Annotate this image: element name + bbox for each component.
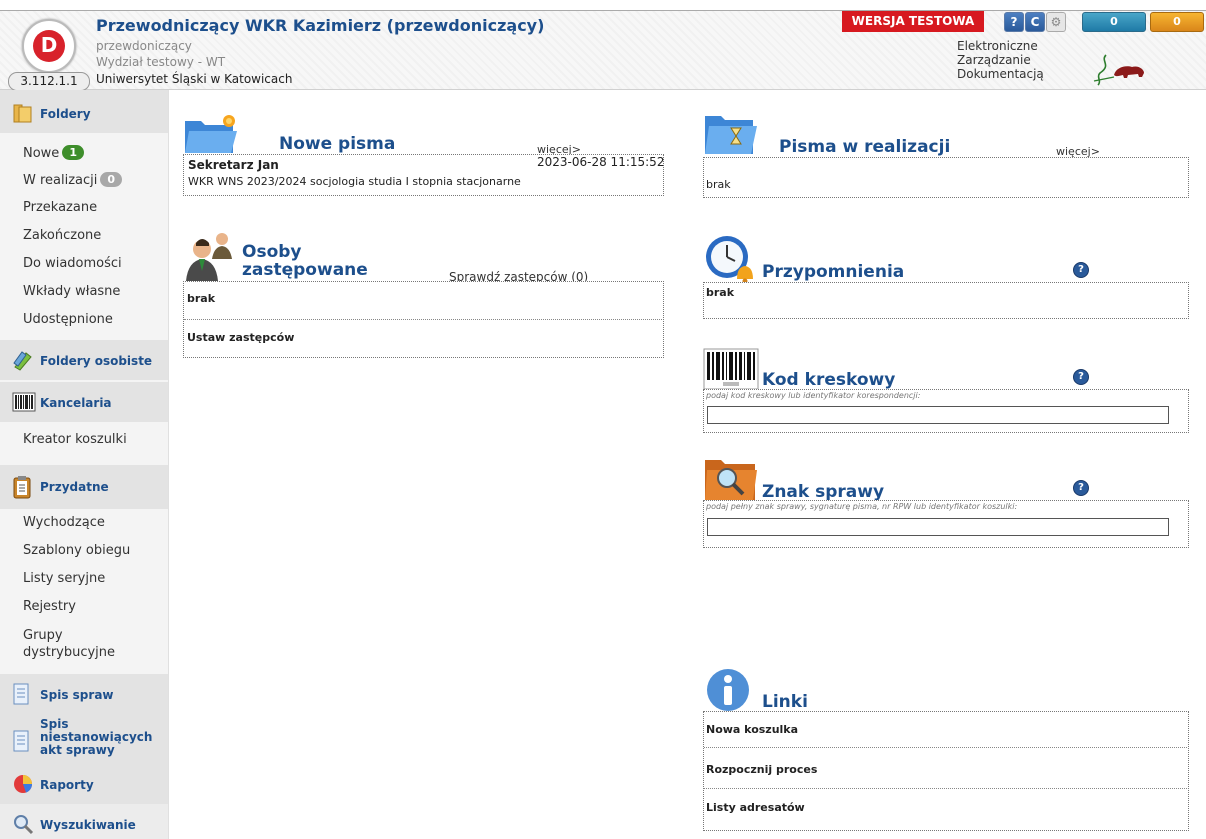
sidebar-item-wklady-wlasne[interactable]: Wkłady własne (23, 284, 120, 299)
sidebar-item-do-wiadomosci[interactable]: Do wiadomości (23, 256, 122, 271)
barcode-input[interactable] (707, 406, 1169, 424)
sidebar-section-raporty[interactable]: Raporty (0, 766, 168, 804)
in-progress-folder-icon (705, 116, 757, 154)
sidebar-item-kreator-koszulki[interactable]: Kreator koszulki (23, 432, 127, 447)
user-department: Wydział testowy - WT (96, 55, 226, 69)
linki-title: Linki (762, 692, 808, 712)
sidebar-item-zakonczone[interactable]: Zakończone (23, 228, 101, 243)
realizacji-count-badge: 0 (100, 172, 123, 187)
counter-orange[interactable]: 0 (1150, 12, 1204, 32)
znak-sprawy-title: Znak sprawy (762, 482, 885, 502)
bison-logo-icon (1093, 54, 1144, 86)
nowe-pisma-sender[interactable]: Sekretarz Jan (188, 158, 279, 172)
osoby-title: Osoby zastępowane (242, 242, 368, 280)
pisma-realizacja-title: Pisma w realizacji (779, 137, 951, 157)
barcode-icon (12, 392, 36, 412)
pisma-realizacja-empty: brak (706, 178, 731, 191)
przypomnienia-box (703, 282, 1189, 319)
nowe-pisma-subject[interactable]: WKR WNS 2023/2024 socjologia studia I st… (188, 175, 521, 188)
znak-sprawy-help-icon[interactable]: ? (1073, 480, 1089, 496)
link-listy-adresatow[interactable]: Listy adresatów (706, 801, 805, 814)
case-search-folder-icon (705, 460, 757, 500)
ezd-logo-icon[interactable]: D (22, 19, 76, 73)
linki-separator-2 (704, 788, 1187, 789)
user-role: przewdoniczący (96, 39, 192, 53)
info-icon (707, 669, 749, 711)
counter-blue[interactable]: 0 (1082, 12, 1146, 32)
sidebar-item-udostepnione[interactable]: Udostępnione (23, 312, 113, 327)
sidebar-item-listy-seryjne[interactable]: Listy seryjne (23, 571, 105, 586)
clock-reminder-icon (706, 236, 753, 284)
kod-kreskowy-title: Kod kreskowy (762, 370, 896, 390)
sidebar-item-wychodzace[interactable]: Wychodzące (23, 515, 105, 530)
link-nowa-koszulka[interactable]: Nowa koszulka (706, 723, 798, 736)
pie-chart-icon (14, 775, 33, 793)
user-university: Uniwersytet Śląski w Katowicach (96, 72, 293, 86)
osoby-separator (184, 319, 662, 320)
substitute-persons-icon (186, 233, 232, 281)
barcode-icon (703, 348, 759, 390)
sidebar-section-foldery[interactable]: Foldery (0, 90, 168, 133)
top-edge (0, 0, 1206, 11)
sidebar-item-grupy-dystrybucyjne[interactable]: Grupy dystrybucyjne (23, 627, 115, 661)
przypomnienia-empty: brak (706, 286, 735, 299)
settings-icon[interactable]: ⚙ (1046, 12, 1066, 32)
sidebar-item-szablony-obiegu[interactable]: Szablony obiegu (23, 543, 130, 558)
sidebar-section-wyszukiwanie[interactable]: Wyszukiwanie (0, 804, 168, 839)
przypomnienia-title: Przypomnienia (762, 262, 905, 282)
folder-icon (13, 104, 32, 123)
sidebar-section-foldery-osobiste[interactable]: Foldery osobiste (0, 340, 168, 380)
new-mail-folder-icon (185, 115, 237, 153)
personal-folders-icon (13, 351, 32, 371)
kod-kreskowy-help-icon[interactable]: ? (1073, 369, 1089, 385)
clipboard-icon (13, 476, 31, 499)
sidebar: Foldery Nowe 1 W realizacji 0 Przekazane Z… (0, 90, 169, 839)
sidebar-section-kancelaria[interactable]: Kancelaria (0, 382, 168, 422)
sidebar-section-spis-spraw[interactable]: Spis spraw (0, 674, 168, 714)
user-title: Przewodniczący WKR Kazimierz (przewdonic… (96, 16, 545, 35)
osoby-empty: brak (187, 292, 216, 305)
sidebar-section-spis-niestanowiacych[interactable]: Spis niestanowiących akt sprawy (0, 714, 168, 766)
help-icon[interactable]: ? (1004, 12, 1024, 32)
document-list-icon (13, 683, 29, 705)
refresh-icon[interactable]: C (1025, 12, 1045, 32)
kod-kreskowy-hint: podaj kod kreskowy lub identyfikator kor… (706, 391, 921, 400)
pisma-realizacja-box (703, 157, 1189, 198)
sidebar-section-przydatne[interactable]: Przydatne (0, 465, 168, 509)
znak-sprawy-hint: podaj pełny znak sprawy, sygnaturę pisma… (706, 502, 1018, 511)
app-header: D 3.112.1.1 Przewodniczący WKR Kazimierz… (0, 11, 1206, 91)
sidebar-item-nowe[interactable]: Nowe 1 (23, 145, 84, 161)
link-rozpocznij-proces[interactable]: Rozpocznij proces (706, 763, 817, 776)
sidebar-item-przekazane[interactable]: Przekazane (23, 200, 97, 215)
sidebar-item-rejestry[interactable]: Rejestry (23, 599, 76, 614)
document-list-icon (13, 730, 29, 752)
case-sign-input[interactable] (707, 518, 1169, 536)
nowe-count-badge: 1 (62, 145, 84, 160)
set-substitutes-link[interactable]: Ustaw zastępców (187, 331, 294, 344)
version-label: 3.112.1.1 (8, 72, 90, 91)
ezd-text: Elektroniczne Zarządzanie Dokumentacją (957, 39, 1044, 81)
przypomnienia-help-icon[interactable]: ? (1073, 262, 1089, 278)
nowe-pisma-date: 2023-06-28 11:15:52 (537, 155, 665, 169)
search-icon (14, 815, 34, 835)
linki-separator-1 (704, 747, 1187, 748)
test-version-badge: WERSJA TESTOWA (842, 11, 984, 32)
sidebar-item-w-realizacji[interactable]: W realizacji 0 (23, 172, 123, 188)
nowe-pisma-title: Nowe pisma (279, 134, 396, 154)
